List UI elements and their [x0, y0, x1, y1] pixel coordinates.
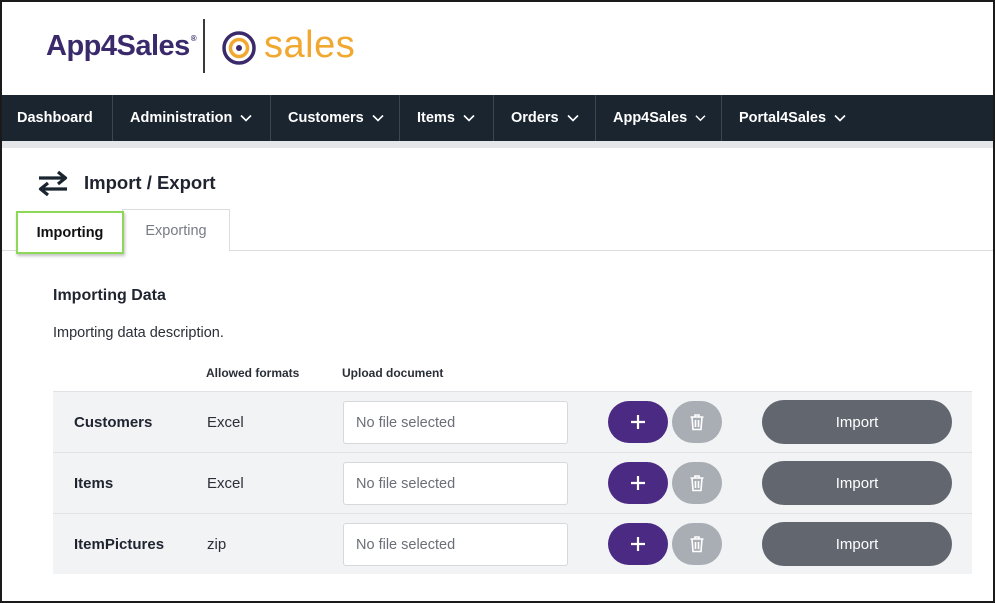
section-description: Importing data description. — [53, 325, 224, 341]
nav-label: Dashboard — [17, 110, 93, 126]
nav-underline-strip — [2, 141, 993, 148]
main-navbar: Dashboard Administration Customers Items… — [2, 95, 993, 141]
nav-customers[interactable]: Customers — [271, 95, 400, 141]
chevron-down-icon — [372, 114, 384, 122]
nav-items[interactable]: Items — [400, 95, 494, 141]
nav-orders[interactable]: Orders — [494, 95, 596, 141]
nav-label: Orders — [511, 110, 559, 126]
file-upload-field[interactable]: No file selected — [343, 523, 568, 566]
import-button[interactable]: Import — [762, 400, 952, 444]
plus-icon — [631, 476, 645, 490]
app4sales-logo[interactable]: App4Sales® — [46, 30, 197, 63]
logo-divider — [203, 19, 205, 73]
row-name: ItemPictures — [74, 536, 165, 553]
tab-label: Importing — [36, 224, 104, 241]
file-upload-field[interactable]: No file selected — [343, 462, 568, 505]
trash-icon — [690, 475, 704, 492]
nav-label: App4Sales — [613, 110, 688, 126]
import-label: Import — [835, 474, 879, 492]
chevron-down-icon — [834, 114, 846, 122]
chevron-down-icon — [566, 114, 579, 122]
nav-dashboard[interactable]: Dashboard — [2, 95, 113, 141]
file-field-text: No file selected — [356, 475, 456, 492]
file-upload-field[interactable]: No file selected — [343, 401, 568, 444]
row-name: Customers — [74, 414, 153, 431]
import-row-itempictures: ItemPictures zip No file selected Import — [53, 513, 972, 574]
page-header: Import / Export — [36, 170, 216, 196]
file-field-text: No file selected — [356, 414, 456, 431]
tab-exporting[interactable]: Exporting — [122, 209, 230, 251]
column-header-formats: Allowed formats — [206, 366, 300, 380]
nav-app4sales[interactable]: App4Sales — [596, 95, 722, 141]
import-row-items: Items Excel No file selected Import — [53, 452, 972, 513]
trash-icon — [690, 536, 704, 553]
import-label: Import — [835, 535, 879, 553]
column-header-upload: Upload document — [342, 366, 444, 380]
app-frame: App4Sales® sales Dashboard Administratio… — [0, 0, 995, 603]
chevron-down-icon — [240, 114, 252, 122]
add-file-button[interactable] — [608, 401, 668, 443]
row-format: Excel — [207, 475, 244, 492]
file-field-text: No file selected — [356, 536, 456, 553]
row-format: zip — [207, 536, 227, 553]
chevron-down-icon — [463, 114, 475, 122]
tab-importing[interactable]: Importing — [16, 211, 124, 254]
nav-label: Items — [417, 110, 455, 126]
target-icon — [222, 31, 256, 65]
tab-label: Exporting — [145, 222, 207, 239]
page-title: Import / Export — [84, 172, 216, 193]
import-button[interactable]: Import — [762, 461, 952, 505]
delete-file-button[interactable] — [672, 462, 722, 504]
row-format: Excel — [207, 414, 244, 431]
import-label: Import — [835, 413, 879, 431]
delete-file-button[interactable] — [672, 401, 722, 443]
swap-arrows-icon — [38, 170, 68, 196]
chevron-down-icon — [695, 115, 706, 122]
delete-file-button[interactable] — [672, 523, 722, 565]
sales-logo-text: sales — [264, 24, 356, 66]
add-file-button[interactable] — [608, 523, 668, 565]
plus-icon — [631, 415, 645, 429]
nav-portal4sales[interactable]: Portal4Sales — [722, 95, 861, 141]
trash-icon — [690, 414, 704, 431]
import-row-customers: Customers Excel No file selected Import — [53, 391, 972, 452]
row-name: Items — [74, 475, 114, 492]
add-file-button[interactable] — [608, 462, 668, 504]
nav-label: Administration — [130, 110, 233, 126]
section-title: Importing Data — [53, 287, 166, 304]
import-button[interactable]: Import — [762, 522, 952, 566]
nav-label: Portal4Sales — [739, 110, 827, 126]
header: App4Sales® sales — [2, 2, 993, 95]
plus-icon — [631, 537, 645, 551]
nav-administration[interactable]: Administration — [113, 95, 271, 141]
nav-label: Customers — [288, 110, 364, 126]
